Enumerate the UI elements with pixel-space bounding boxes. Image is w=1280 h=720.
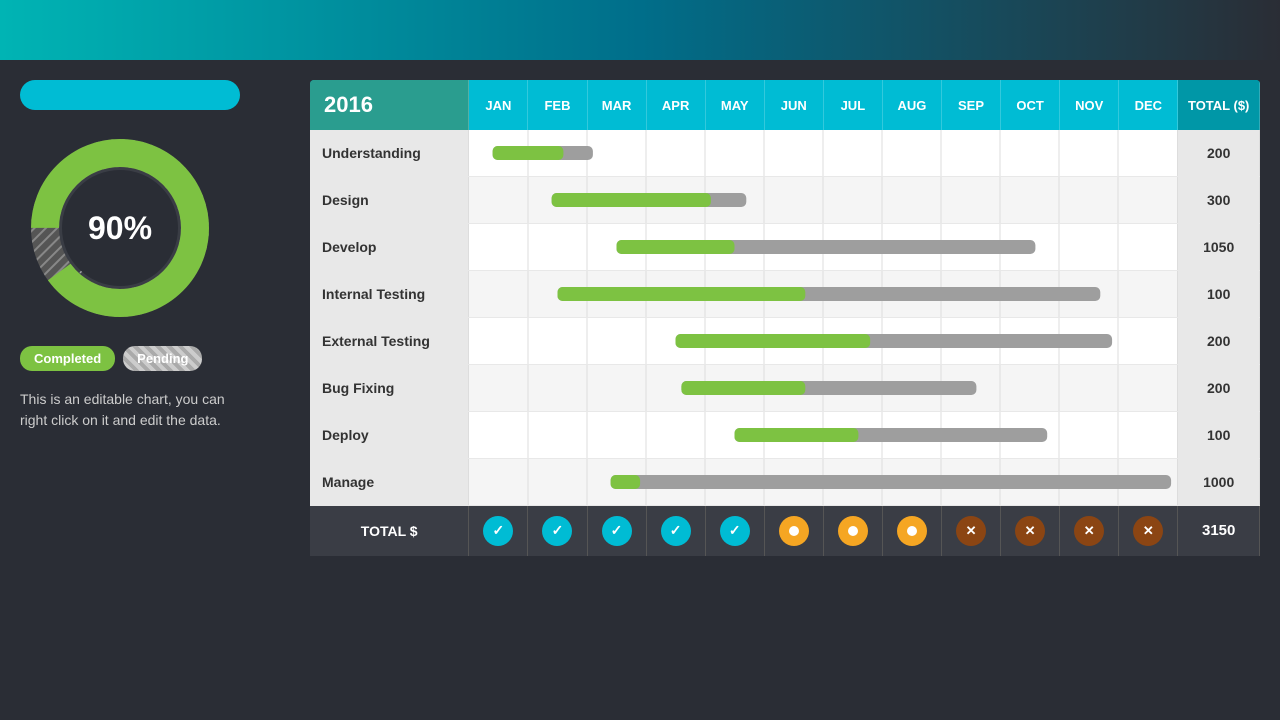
top-gradient-bar: [0, 0, 1280, 60]
donut-chart: 90%: [20, 128, 220, 328]
task-name-cell: Manage: [310, 459, 469, 506]
header-mar: MAR: [587, 80, 646, 130]
header-jul: JUL: [823, 80, 882, 130]
task-name-cell: Internal Testing: [310, 271, 469, 318]
header-dec: DEC: [1119, 80, 1178, 130]
gantt-row: Manage 1000: [310, 459, 1260, 506]
gantt-row: Design 300: [310, 177, 1260, 224]
pending-icon: [897, 516, 927, 546]
legend-pending-label: Pending: [123, 346, 202, 371]
task-total-cell: 100: [1178, 412, 1260, 459]
task-name-cell: Understanding: [310, 130, 469, 177]
task-name-cell: External Testing: [310, 318, 469, 365]
progress-bar: [20, 80, 240, 110]
status-icon-cell[interactable]: [823, 506, 882, 556]
year-cell: 2016: [310, 80, 469, 130]
header-aug: AUG: [882, 80, 941, 130]
header-nov: NOV: [1060, 80, 1119, 130]
bar-cell: [469, 412, 1178, 459]
gantt-row: External Testing 200: [310, 318, 1260, 365]
header-sep: SEP: [941, 80, 1000, 130]
total-header: TOTAL ($): [1178, 80, 1260, 130]
header-apr: APR: [646, 80, 705, 130]
bar-cell: [469, 177, 1178, 224]
status-icon-cell[interactable]: [764, 506, 823, 556]
task-total-cell: 1000: [1178, 459, 1260, 506]
task-name-cell: Develop: [310, 224, 469, 271]
total-row: TOTAL $ ✓ ✓ ✓ ✓ ✓ ✕ ✕ ✕ ✕ 3150: [310, 506, 1260, 556]
pending-icon: [779, 516, 809, 546]
x-icon: ✕: [956, 516, 986, 546]
check-icon: ✓: [542, 516, 572, 546]
task-total-cell: 200: [1178, 365, 1260, 412]
left-panel: 90% Completed Pending This is an editabl…: [20, 80, 290, 700]
bar-cell: [469, 271, 1178, 318]
status-icon-cell[interactable]: ✕: [1001, 506, 1060, 556]
check-icon: ✓: [720, 516, 750, 546]
status-icon-cell[interactable]: ✓: [646, 506, 705, 556]
gantt-row: Deploy 100: [310, 412, 1260, 459]
bar-cell: [469, 318, 1178, 365]
task-name-cell: Deploy: [310, 412, 469, 459]
header-jan: JAN: [469, 80, 528, 130]
chart-description: This is an editable chart, you can right…: [20, 389, 240, 431]
header-may: MAY: [705, 80, 764, 130]
donut-percentage: 90%: [88, 210, 152, 247]
header-feb: FEB: [528, 80, 587, 130]
pending-icon: [838, 516, 868, 546]
status-icon-cell[interactable]: ✕: [1119, 506, 1178, 556]
status-icon-cell[interactable]: ✕: [941, 506, 1000, 556]
task-total-cell: 200: [1178, 318, 1260, 365]
grand-total-cell: 3150: [1178, 506, 1260, 556]
header-oct: OCT: [1001, 80, 1060, 130]
x-icon: ✕: [1074, 516, 1104, 546]
status-icon-cell[interactable]: [882, 506, 941, 556]
gantt-row: Understanding 200: [310, 130, 1260, 177]
check-icon: ✓: [661, 516, 691, 546]
content-area: 90% Completed Pending This is an editabl…: [0, 60, 1280, 720]
bar-cell: [469, 365, 1178, 412]
chart-legend: Completed Pending: [20, 346, 202, 371]
task-name-cell: Design: [310, 177, 469, 224]
x-icon: ✕: [1133, 516, 1163, 546]
legend-completed-label: Completed: [20, 346, 115, 371]
gantt-header-row: 2016 JAN FEB MAR APR MAY JUN JUL AUG SEP…: [310, 80, 1260, 130]
total-label-cell: TOTAL $: [310, 506, 469, 556]
task-total-cell: 300: [1178, 177, 1260, 224]
status-icon-cell[interactable]: ✕: [1060, 506, 1119, 556]
task-total-cell: 1050: [1178, 224, 1260, 271]
gantt-table: 2016 JAN FEB MAR APR MAY JUN JUL AUG SEP…: [310, 80, 1260, 556]
bar-cell: [469, 224, 1178, 271]
task-total-cell: 200: [1178, 130, 1260, 177]
task-name-cell: Bug Fixing: [310, 365, 469, 412]
status-icon-cell[interactable]: ✓: [469, 506, 528, 556]
gantt-row: Bug Fixing 200: [310, 365, 1260, 412]
gantt-row: Internal Testing 100: [310, 271, 1260, 318]
status-icon-cell[interactable]: ✓: [528, 506, 587, 556]
status-icon-cell[interactable]: ✓: [587, 506, 646, 556]
task-total-cell: 100: [1178, 271, 1260, 318]
bar-cell: [469, 459, 1178, 506]
gantt-row: Develop 1050: [310, 224, 1260, 271]
gantt-panel: 2016 JAN FEB MAR APR MAY JUN JUL AUG SEP…: [310, 80, 1260, 700]
status-icon-cell[interactable]: ✓: [705, 506, 764, 556]
header-jun: JUN: [764, 80, 823, 130]
bar-cell: [469, 130, 1178, 177]
check-icon: ✓: [602, 516, 632, 546]
x-icon: ✕: [1015, 516, 1045, 546]
check-icon: ✓: [483, 516, 513, 546]
